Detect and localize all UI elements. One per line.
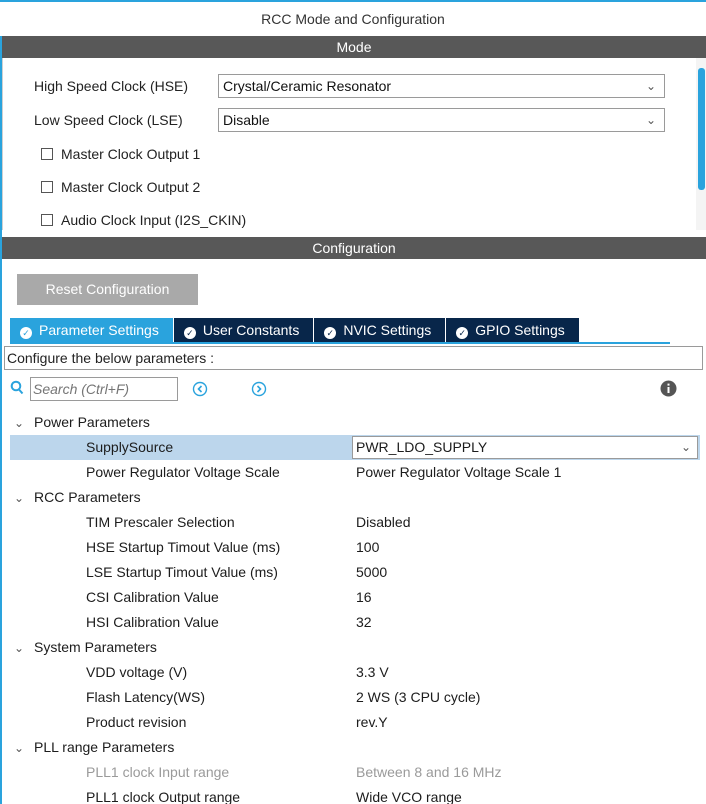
window-title: RCC Mode and Configuration <box>0 0 706 36</box>
parameter-tree: ⌄ Power Parameters SupplySource PWR_LDO_S… <box>10 410 700 804</box>
tab-parameter-settings[interactable]: ✓ Parameter Settings <box>10 318 174 342</box>
param-value: 3.3 V <box>356 664 389 680</box>
tab-gpio-settings[interactable]: ✓ GPIO Settings <box>446 318 580 342</box>
param-row[interactable]: CSI Calibration Value 16 <box>10 585 700 610</box>
chevron-down-icon: ⌄ <box>645 79 656 93</box>
param-name: CSI Calibration Value <box>86 589 219 605</box>
param-name: VDD voltage (V) <box>86 664 188 680</box>
chevron-down-icon[interactable]: ⌄ <box>14 636 28 661</box>
tab-label: NVIC Settings <box>343 322 432 338</box>
previous-match-icon[interactable] <box>192 381 208 397</box>
param-row[interactable]: LSE Startup Timout Value (ms) 5000 <box>10 560 700 585</box>
chevron-down-icon[interactable]: ⌄ <box>14 486 28 511</box>
chevron-down-icon[interactable]: ⌄ <box>14 411 28 436</box>
param-row-disabled: PLL1 clock Input range Between 8 and 16 … <box>10 760 700 785</box>
checkbox-icon[interactable] <box>41 214 53 226</box>
mode-scrollbar[interactable] <box>696 58 706 230</box>
search-icon <box>10 380 24 395</box>
param-value: 16 <box>356 589 372 605</box>
master-clock-output-2-checkbox[interactable]: Master Clock Output 2 <box>41 177 200 197</box>
supplysource-select[interactable]: PWR_LDO_SUPPLY ⌄ <box>352 436 698 459</box>
mode-section-header: Mode <box>2 36 706 58</box>
lse-select[interactable]: Disable ⌄ <box>218 108 665 132</box>
param-value: 100 <box>356 539 380 555</box>
tab-label: User Constants <box>202 322 300 338</box>
reset-configuration-button[interactable]: Reset Configuration <box>17 274 198 305</box>
check-circle-icon: ✓ <box>20 327 32 339</box>
param-name: TIM Prescaler Selection <box>86 514 235 530</box>
search-row <box>10 377 700 401</box>
tree-group-pll-range-parameters[interactable]: ⌄ PLL range Parameters <box>10 735 700 760</box>
param-name: Flash Latency(WS) <box>86 689 206 705</box>
checkbox-label: Audio Clock Input (I2S_CKIN) <box>61 212 247 228</box>
master-clock-output-1-checkbox[interactable]: Master Clock Output 1 <box>41 144 200 164</box>
check-circle-icon: ✓ <box>456 327 469 339</box>
tree-group-rcc-parameters[interactable]: ⌄ RCC Parameters <box>10 485 700 510</box>
hse-select[interactable]: Crystal/Ceramic Resonator ⌄ <box>218 74 665 98</box>
config-tabs: ✓ Parameter Settings ✓ User Constants ✓ NVI… <box>10 318 580 342</box>
info-icon[interactable] <box>660 380 677 397</box>
config-hint: Configure the below parameters : <box>4 346 703 370</box>
chevron-down-icon: ⌄ <box>645 113 656 127</box>
search-input[interactable] <box>30 377 178 401</box>
hse-label: High Speed Clock (HSE) <box>34 78 189 94</box>
group-label: PLL range Parameters <box>34 739 175 755</box>
param-value: 32 <box>356 614 372 630</box>
param-name: PLL1 clock Input range <box>86 764 230 780</box>
configuration-section-header: Configuration <box>2 237 706 259</box>
mode-scrollbar-thumb[interactable] <box>698 68 705 190</box>
checkbox-icon[interactable] <box>41 148 53 160</box>
tab-nvic-settings[interactable]: ✓ NVIC Settings <box>314 318 447 342</box>
group-label: RCC Parameters <box>34 489 141 505</box>
chevron-down-icon[interactable]: ⌄ <box>14 736 28 761</box>
param-row[interactable]: PLL1 clock Output range Wide VCO range <box>10 785 700 804</box>
check-circle-icon: ✓ <box>324 327 337 339</box>
tab-label: Parameter Settings <box>39 322 159 338</box>
tree-group-power-parameters[interactable]: ⌄ Power Parameters <box>10 410 700 435</box>
param-value: 2 WS (3 CPU cycle) <box>356 689 481 705</box>
param-name: HSE Startup Timout Value (ms) <box>86 539 281 555</box>
param-value: rev.Y <box>356 714 388 730</box>
param-row[interactable]: HSE Startup Timout Value (ms) 100 <box>10 535 700 560</box>
param-name: LSE Startup Timout Value (ms) <box>86 564 278 580</box>
tab-user-constants[interactable]: ✓ User Constants <box>173 318 315 342</box>
tree-group-system-parameters[interactable]: ⌄ System Parameters <box>10 635 700 660</box>
param-row[interactable]: Flash Latency(WS) 2 WS (3 CPU cycle) <box>10 685 700 710</box>
param-row-supplysource[interactable]: SupplySource PWR_LDO_SUPPLY ⌄ <box>10 435 700 460</box>
param-value: Between 8 and 16 MHz <box>356 764 502 780</box>
param-row[interactable]: Power Regulator Voltage Scale Power Regu… <box>10 460 700 485</box>
param-value: Wide VCO range <box>356 789 462 804</box>
param-value: 5000 <box>356 564 388 580</box>
mode-panel: High Speed Clock (HSE) Crystal/Ceramic R… <box>2 58 706 230</box>
param-value: Power Regulator Voltage Scale 1 <box>356 464 562 480</box>
checkbox-icon[interactable] <box>41 181 53 193</box>
checkbox-label: Master Clock Output 2 <box>61 179 201 195</box>
next-match-icon[interactable] <box>251 381 267 397</box>
check-circle-icon: ✓ <box>183 327 196 339</box>
chevron-down-icon: ⌄ <box>680 440 691 454</box>
param-name: SupplySource <box>86 439 174 455</box>
param-row[interactable]: HSI Calibration Value 32 <box>10 610 700 635</box>
hse-select-value: Crystal/Ceramic Resonator <box>223 78 392 94</box>
audio-clock-input-checkbox[interactable]: Audio Clock Input (I2S_CKIN) <box>41 210 246 230</box>
lse-label: Low Speed Clock (LSE) <box>34 112 183 128</box>
supplysource-value: PWR_LDO_SUPPLY <box>356 439 488 455</box>
param-name: Power Regulator Voltage Scale <box>86 464 280 480</box>
param-name: HSI Calibration Value <box>86 614 219 630</box>
param-name: Product revision <box>86 714 187 730</box>
lse-select-value: Disable <box>223 112 270 128</box>
param-name: PLL1 clock Output range <box>86 789 241 804</box>
group-label: System Parameters <box>34 639 157 655</box>
checkbox-label: Master Clock Output 1 <box>61 146 201 162</box>
tab-underline <box>10 342 670 344</box>
param-row[interactable]: VDD voltage (V) 3.3 V <box>10 660 700 685</box>
param-row[interactable]: Product revision rev.Y <box>10 710 700 735</box>
param-value: Disabled <box>356 514 411 530</box>
tab-label: GPIO Settings <box>475 322 565 338</box>
param-row[interactable]: TIM Prescaler Selection Disabled <box>10 510 700 535</box>
group-label: Power Parameters <box>34 414 150 430</box>
